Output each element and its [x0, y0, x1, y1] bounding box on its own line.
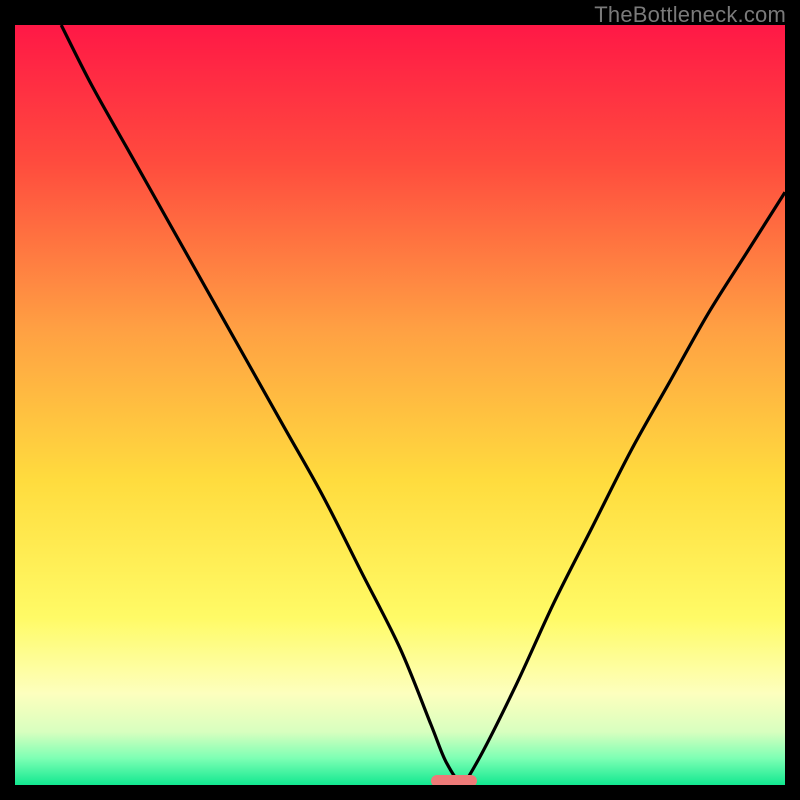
- plot-area: [15, 25, 785, 785]
- optimal-range-marker: [431, 775, 477, 785]
- chart-frame: TheBottleneck.com: [0, 0, 800, 800]
- bottleneck-curve: [15, 25, 785, 785]
